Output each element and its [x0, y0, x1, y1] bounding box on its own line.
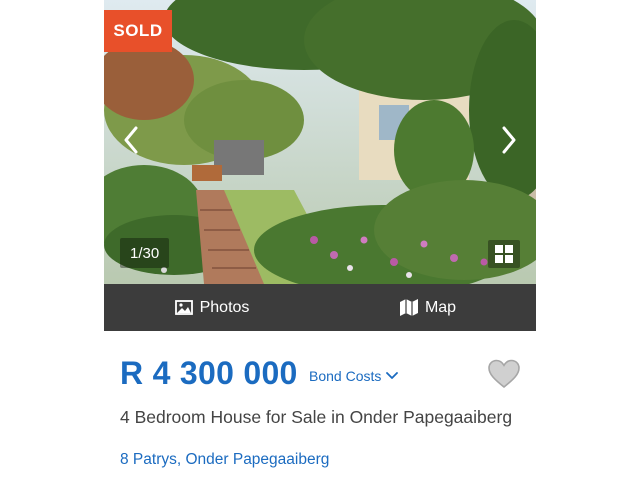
photo-gallery[interactable]: SOLD 1/30	[104, 0, 536, 284]
heart-icon[interactable]	[488, 359, 520, 389]
bond-costs-button[interactable]: Bond Costs	[309, 368, 399, 384]
media-bar: Photos Map	[104, 284, 536, 331]
listing-address[interactable]: 8 Patrys, Onder Papegaaiberg	[120, 451, 329, 469]
map-button[interactable]: Map	[320, 284, 536, 331]
status-badge: SOLD	[104, 10, 172, 52]
listing-card: SOLD 1/30 Photos Map R 4 300 000 Bond Co…	[104, 0, 536, 480]
map-icon	[399, 299, 418, 316]
chevron-left-icon	[124, 126, 138, 154]
listing-title: 4 Bedroom House for Sale in Onder Papega…	[120, 407, 513, 427]
next-photo-button[interactable]	[494, 118, 524, 162]
grid-view-button[interactable]	[488, 240, 520, 268]
map-label: Map	[424, 298, 457, 316]
photo-counter: 1/30	[120, 238, 170, 268]
chevron-down-icon	[386, 372, 399, 379]
chevron-right-icon	[502, 126, 516, 154]
listing-price: R 4 300 000	[120, 355, 298, 391]
photos-button[interactable]: Photos	[104, 284, 320, 331]
image-icon	[174, 300, 193, 315]
price-row: R 4 300 000 Bond Costs	[104, 331, 536, 415]
previous-photo-button[interactable]	[116, 118, 146, 162]
photos-label: Photos	[199, 298, 250, 316]
grid-icon	[495, 245, 513, 263]
bond-costs-label: Bond Costs	[309, 368, 382, 384]
